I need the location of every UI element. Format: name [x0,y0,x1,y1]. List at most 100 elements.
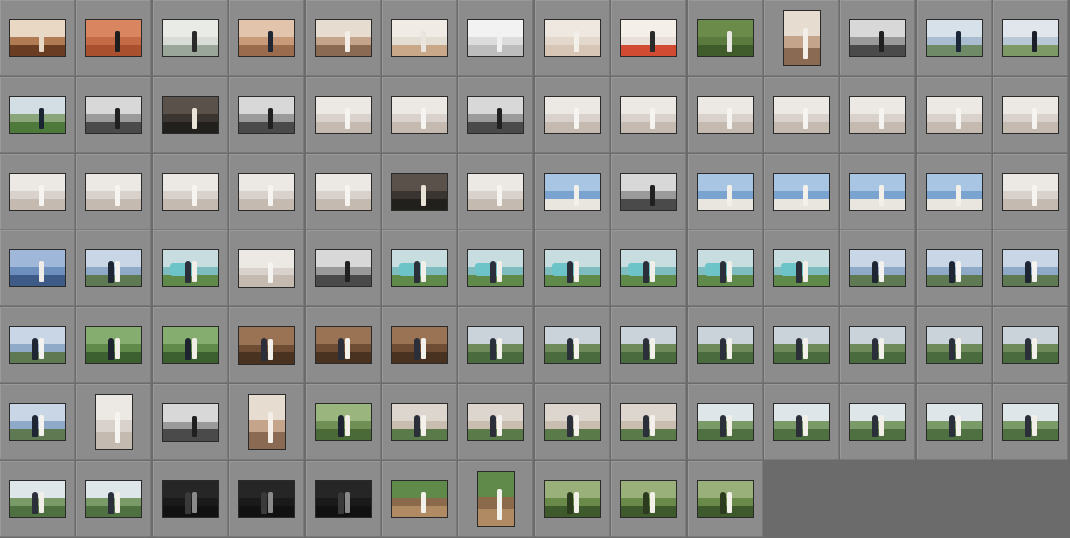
photo-thumbnail[interactable] [849,326,906,364]
photo-thumbnail[interactable] [162,249,219,287]
grid-cell[interactable] [764,77,839,153]
grid-cell[interactable] [229,77,304,153]
photo-thumbnail[interactable] [773,403,830,441]
grid-cell[interactable] [917,77,992,153]
photo-thumbnail[interactable] [1002,173,1059,211]
photo-thumbnail[interactable] [9,173,66,211]
photo-thumbnail[interactable] [620,19,677,57]
photo-thumbnail[interactable] [9,249,66,287]
photo-thumbnail[interactable] [477,471,515,527]
grid-cell[interactable] [153,307,228,383]
photo-thumbnail[interactable] [467,403,524,441]
grid-cell[interactable] [840,154,915,230]
grid-cell[interactable] [611,307,686,383]
grid-cell[interactable] [229,0,304,76]
grid-cell[interactable] [153,384,228,460]
grid-cell[interactable] [458,77,533,153]
grid-cell[interactable] [382,307,457,383]
grid-cell[interactable] [306,384,381,460]
grid-cell[interactable] [0,230,75,306]
grid-cell[interactable] [993,230,1068,306]
photo-thumbnail[interactable] [85,173,142,211]
photo-thumbnail[interactable] [773,326,830,364]
grid-cell[interactable] [840,230,915,306]
grid-cell[interactable] [229,230,304,306]
grid-cell[interactable] [0,307,75,383]
grid-cell[interactable] [76,230,151,306]
photo-thumbnail[interactable] [544,249,601,287]
photo-thumbnail[interactable] [238,173,295,211]
photo-thumbnail[interactable] [926,326,983,364]
grid-cell[interactable] [458,461,533,537]
photo-thumbnail[interactable] [926,96,983,134]
grid-cell[interactable] [764,230,839,306]
grid-cell[interactable] [764,384,839,460]
grid-cell[interactable] [458,154,533,230]
grid-cell[interactable] [993,0,1068,76]
grid-cell[interactable] [764,0,839,76]
grid-cell[interactable] [993,77,1068,153]
grid-cell[interactable] [764,307,839,383]
photo-thumbnail[interactable] [467,249,524,287]
grid-cell[interactable] [76,77,151,153]
photo-thumbnail[interactable] [620,326,677,364]
photo-thumbnail[interactable] [391,403,448,441]
grid-cell[interactable] [535,0,610,76]
grid-cell[interactable] [229,384,304,460]
grid-cell[interactable] [840,77,915,153]
photo-thumbnail[interactable] [1002,96,1059,134]
photo-thumbnail[interactable] [238,96,295,134]
photo-thumbnail[interactable] [315,326,372,364]
photo-thumbnail[interactable] [391,96,448,134]
grid-cell[interactable] [306,154,381,230]
grid-cell[interactable] [917,230,992,306]
photo-thumbnail[interactable] [95,394,133,450]
photo-thumbnail[interactable] [315,96,372,134]
grid-cell[interactable] [917,0,992,76]
grid-cell[interactable] [535,307,610,383]
photo-thumbnail[interactable] [926,403,983,441]
photo-thumbnail[interactable] [315,249,372,287]
photo-thumbnail[interactable] [315,480,372,518]
photo-thumbnail[interactable] [620,480,677,518]
grid-cell[interactable] [535,77,610,153]
grid-cell[interactable] [306,230,381,306]
grid-cell[interactable] [306,77,381,153]
photo-thumbnail[interactable] [85,249,142,287]
grid-cell[interactable] [764,154,839,230]
grid-cell[interactable] [382,230,457,306]
grid-cell[interactable] [382,77,457,153]
photo-thumbnail[interactable] [162,403,219,442]
grid-cell[interactable] [917,154,992,230]
photo-thumbnail[interactable] [849,173,906,211]
grid-cell[interactable] [688,77,763,153]
photo-thumbnail[interactable] [697,326,754,364]
grid-cell[interactable] [535,154,610,230]
photo-thumbnail[interactable] [620,173,677,211]
photo-thumbnail[interactable] [85,480,142,518]
grid-cell[interactable] [458,307,533,383]
grid-cell[interactable] [382,0,457,76]
photo-thumbnail[interactable] [162,19,219,57]
grid-cell[interactable] [76,461,151,537]
photo-thumbnail[interactable] [926,249,983,287]
grid-cell[interactable] [0,384,75,460]
photo-thumbnail[interactable] [85,326,142,364]
grid-cell[interactable] [840,0,915,76]
grid-cell[interactable] [306,0,381,76]
photo-thumbnail[interactable] [697,19,754,57]
grid-cell[interactable] [917,307,992,383]
grid-cell[interactable] [153,461,228,537]
photo-thumbnail[interactable] [926,19,983,57]
grid-cell[interactable] [306,461,381,537]
photo-thumbnail[interactable] [1002,326,1059,364]
grid-cell[interactable] [840,384,915,460]
photo-thumbnail[interactable] [238,480,295,518]
photo-thumbnail[interactable] [697,173,754,211]
grid-cell[interactable] [611,384,686,460]
grid-cell[interactable] [0,461,75,537]
grid-cell[interactable] [458,0,533,76]
grid-cell[interactable] [458,230,533,306]
grid-cell[interactable] [153,230,228,306]
photo-thumbnail[interactable] [467,19,524,57]
